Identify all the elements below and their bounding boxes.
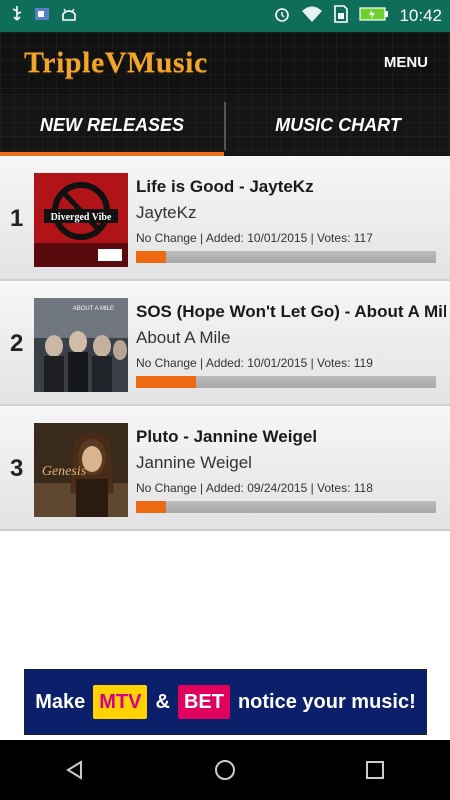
back-icon [66, 760, 82, 780]
release-meta: No Change | Added: 10/01/2015 | Votes: 1… [136, 231, 373, 245]
release-list: 1 Diverged Vibe Life is Good - JayteKz J… [0, 156, 450, 531]
app-logo[interactable]: TripleVMusic [24, 46, 208, 80]
vote-progress-fill [136, 376, 196, 388]
app-header: TripleVMusic MENU [0, 32, 450, 94]
clock: 10:42 [399, 6, 442, 25]
home-button[interactable] [200, 745, 250, 795]
release-meta: No Change | Added: 10/01/2015 | Votes: 1… [136, 356, 373, 370]
vote-progress-fill [136, 501, 166, 513]
release-title: Pluto - Jannine Weigel [136, 427, 318, 446]
release-artist: JayteKz [136, 203, 197, 222]
vote-progress-bar [136, 251, 436, 263]
ad-banner[interactable]: Make MTV & BET notice your music! [24, 669, 427, 735]
home-icon [215, 760, 235, 780]
album-art-text: ABOUT A MILE [73, 306, 114, 312]
wifi-icon [301, 5, 323, 28]
bet-logo: BET [177, 685, 230, 719]
vote-progress-bar [136, 376, 436, 388]
alarm-icon [273, 5, 291, 28]
mtv-logo: MTV [93, 685, 148, 719]
status-bar: 10:42 [0, 0, 450, 32]
recents-button[interactable] [350, 745, 400, 795]
rank-number: 2 [10, 330, 24, 357]
album-art: Genesis [34, 423, 128, 517]
release-title: Life is Good - JayteKz [136, 177, 314, 196]
rank-number: 3 [10, 455, 24, 482]
release-title: SOS (Hope Won't Let Go) - About A Mile [136, 302, 446, 321]
release-row[interactable]: 2 ABOUT A MILE SOS (Hope Won't Let Go) -… [0, 281, 450, 406]
album-art-text: Diverged Vibe [51, 212, 112, 223]
menu-button[interactable]: MENU [384, 54, 428, 71]
sim-icon [333, 4, 349, 28]
ad-text-make: Make [35, 690, 86, 713]
navigation-bar [0, 740, 450, 800]
tab-music-chart[interactable]: MUSIC CHART [226, 94, 450, 156]
battery-icon [359, 6, 389, 27]
release-artist: About A Mile [136, 328, 231, 347]
tab-new-releases[interactable]: NEW RELEASES [0, 94, 224, 156]
release-artist: Jannine Weigel [136, 453, 252, 472]
release-meta: No Change | Added: 09/24/2015 | Votes: 1… [136, 481, 373, 495]
album-art-text: Genesis [42, 464, 87, 479]
vote-progress-fill [136, 251, 166, 263]
tab-bar: NEW RELEASES MUSIC CHART [0, 94, 450, 156]
album-art: Diverged Vibe [34, 173, 128, 267]
recents-icon [366, 761, 384, 779]
release-row[interactable]: 3 Genesis Pluto - Jannine Weigel Jannine… [0, 406, 450, 531]
vote-progress-bar [136, 501, 436, 513]
ad-ampersand: & [155, 690, 170, 713]
image-icon [34, 6, 50, 27]
ad-text-notice: notice your music! [237, 690, 416, 713]
release-row[interactable]: 1 Diverged Vibe Life is Good - JayteKz J… [0, 156, 450, 281]
album-art: ABOUT A MILE [34, 298, 128, 392]
usb-icon [10, 5, 24, 28]
back-button[interactable] [50, 745, 100, 795]
android-icon [60, 6, 78, 27]
rank-number: 1 [10, 205, 24, 232]
